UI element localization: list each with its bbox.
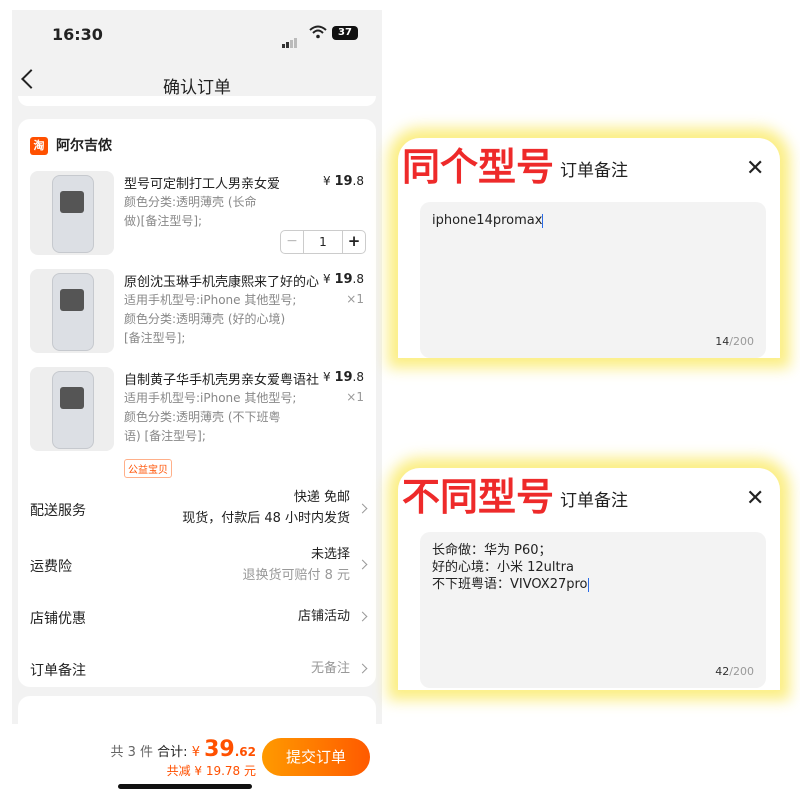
item-price: ¥ 19.8 [323,370,364,385]
note-textarea[interactable]: iphone14promax 14/200 [420,202,766,358]
phone-case-image [52,175,94,253]
note-panel-title: 订单备注 [560,491,628,511]
item-quantity: ×1 [346,390,364,404]
note-textarea[interactable]: 长命做：华为 P60； 好的心境：小米 12ultra 不下班粤语：VIVOX2… [420,532,766,688]
insurance-label: 运费险 [30,559,72,575]
item-title[interactable]: 原创沈玉琳手机壳康熙来了好的心 [124,271,334,290]
phone-case-art [60,387,84,409]
page-title: 确认订单 [163,78,231,98]
char-counter: 42/200 [715,665,754,678]
charity-badge: 公益宝贝 [124,459,172,478]
note-text: iphone14promax [432,212,544,229]
insurance-value[interactable]: 未选择 退换货可赔付 8 元 [242,544,350,586]
text-cursor [542,213,544,228]
item-spec: 适用手机型号:iPhone 其他型号; 颜色分类:透明薄壳 (不下班粤 语) [… [124,391,297,443]
increase-button[interactable]: + [342,231,365,253]
price-symbol: ¥ [322,174,331,188]
item-title[interactable]: 型号可定制打工人男亲女爱 [124,173,334,192]
note-panel-different-model: 不同型号 订单备注 ✕ 长命做：华为 P60； 好的心境：小米 12ultra … [398,468,780,690]
phone-screen: 16:30 37 确认订单 淘阿尔吉侬 型号可定制打工人男亲女爱 颜色分类:透明… [12,10,382,800]
item-title[interactable]: 自制黄子华手机壳男亲女爱粤语社 [124,369,334,388]
item-quantity: ×1 [346,292,364,306]
delivery-time: 现货，付款后 48 小时内发货 [182,511,350,526]
char-max: /200 [729,335,754,348]
battery-icon: 37 [332,26,358,40]
delivery-method: 快递 免邮 [293,490,350,505]
item-spec: 颜色分类:透明薄壳 (长命 做)[备注型号]; [124,195,257,228]
total-currency: ¥ [191,745,200,760]
phone-case-image [52,371,94,449]
note-content: 长命做：华为 P60； 好的心境：小米 12ultra 不下班粤语：VIVOX2… [432,543,588,592]
price-decimal: .8 [352,370,364,384]
submit-order-button[interactable]: 提交订单 [262,738,370,776]
chevron-right-icon[interactable] [357,503,368,514]
close-icon[interactable]: ✕ [746,486,764,511]
note-value[interactable]: 无备注 [311,658,350,679]
price-decimal: .8 [352,174,364,188]
char-counter: 14/200 [715,335,754,348]
price-decimal: .8 [352,272,364,286]
insurance-status: 未选择 [310,547,350,562]
item-price: ¥ 19.8 [323,174,364,189]
char-count: 42 [715,665,730,678]
delivery-value[interactable]: 快递 免邮 现货，付款后 48 小时内发货 [182,487,350,529]
total-integer: 39 [204,737,235,762]
close-icon[interactable]: ✕ [746,156,764,181]
price-symbol: ¥ [322,272,331,286]
price-integer: 19 [334,370,353,385]
wifi-icon [309,25,327,39]
quantity-stepper: − 1 + [280,230,366,254]
total-decimal: .62 [234,745,256,759]
item-thumbnail[interactable] [30,367,114,451]
chevron-right-icon[interactable] [357,663,368,674]
note-content: iphone14promax [432,213,543,228]
item-count: 共 3 件 [110,745,154,760]
taobao-shop-icon: 淘 [30,137,48,155]
note-panel-same-model: 同个型号 订单备注 ✕ iphone14promax 14/200 [398,138,780,358]
status-time: 16:30 [52,25,103,44]
decrease-button[interactable]: − [281,231,304,253]
shop-header[interactable]: 淘阿尔吉侬 [30,135,112,155]
order-total: 共 3 件 合计: ¥ 39.62 [110,737,256,762]
annotation-label: 不同型号 [402,475,555,519]
discount-value[interactable]: 店铺活动 [298,606,350,627]
status-bar: 16:30 37 [12,10,382,60]
quantity-value[interactable]: 1 [304,231,342,253]
text-cursor [587,577,589,592]
note-text: 长命做：华为 P60； 好的心境：小米 12ultra 不下班粤语：VIVOX2… [432,542,589,593]
shop-name: 阿尔吉侬 [56,138,112,154]
discount-total: 共减 ¥ 19.78 元 [166,764,256,778]
next-section [18,696,376,726]
item-thumbnail[interactable] [30,171,114,255]
phone-case-art [60,191,84,213]
chevron-right-icon[interactable] [357,559,368,570]
previous-section [18,96,376,106]
insurance-detail: 退换货可赔付 8 元 [242,568,350,583]
discount-label: 店铺优惠 [30,611,86,627]
char-count: 14 [715,335,730,348]
order-card: 淘阿尔吉侬 型号可定制打工人男亲女爱 颜色分类:透明薄壳 (长命 做)[备注型号… [18,119,376,687]
item-price: ¥ 19.8 [323,272,364,287]
phone-case-art [60,289,84,311]
cellular-signal-icon [282,29,298,48]
note-label: 订单备注 [30,663,86,679]
item-thumbnail[interactable] [30,269,114,353]
item-spec: 适用手机型号:iPhone 其他型号; 颜色分类:透明薄壳 (好的心境) [备注… [124,293,297,345]
price-integer: 19 [334,272,353,287]
home-indicator [118,784,252,789]
phone-case-image [52,273,94,351]
note-panel-title: 订单备注 [560,161,628,181]
chevron-right-icon[interactable] [357,611,368,622]
price-integer: 19 [334,174,353,189]
total-label: 合计: [157,745,188,760]
annotation-label: 同个型号 [402,145,555,189]
delivery-label: 配送服务 [30,503,86,519]
price-symbol: ¥ [322,370,331,384]
char-max: /200 [729,665,754,678]
